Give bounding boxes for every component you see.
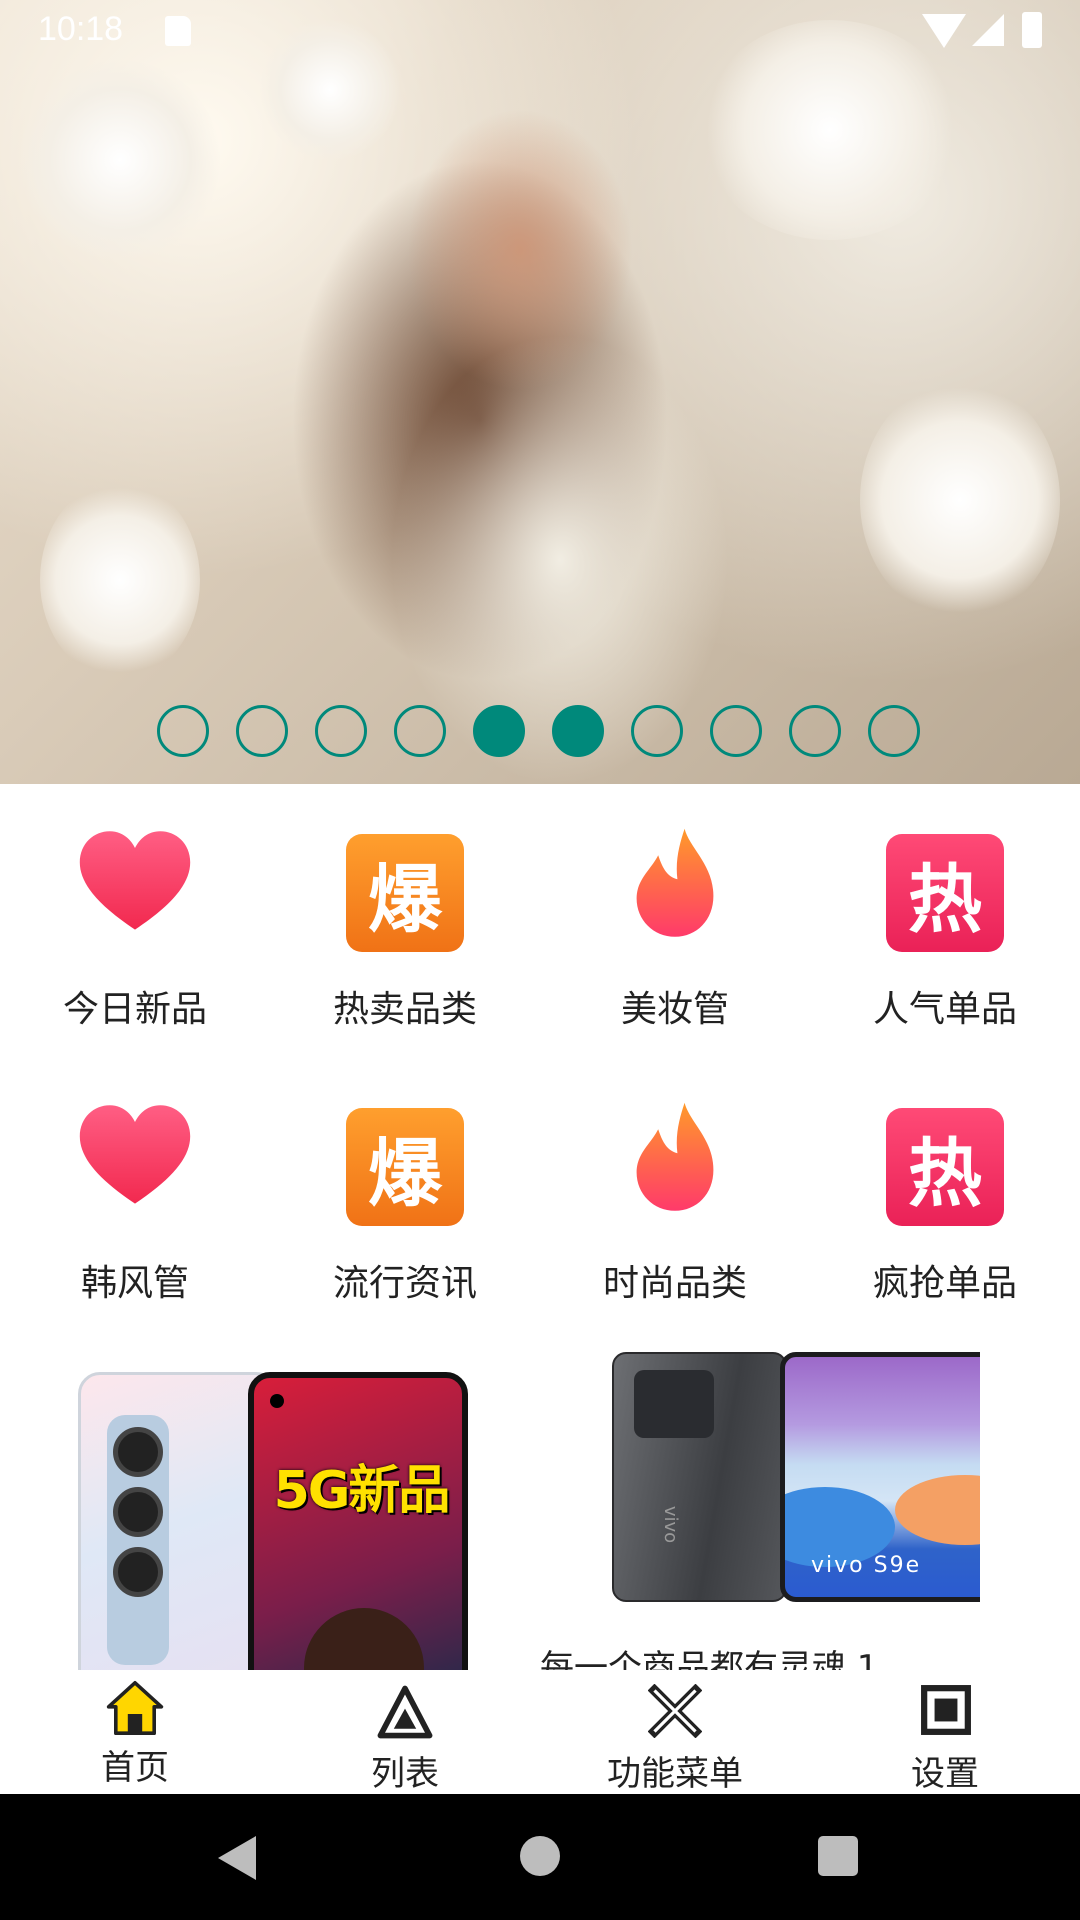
category-item[interactable]: 韩风管 [0,1058,270,1318]
banner-blossom [20,60,220,260]
flame-icon [615,824,735,944]
carousel-dot[interactable] [710,705,762,757]
category-label: 热卖品类 [332,989,477,1030]
product-image: vivo S9e [780,1352,980,1602]
recents-icon[interactable] [818,1836,858,1876]
carousel-dot[interactable] [315,705,367,757]
nav-settings[interactable]: 设置 [810,1670,1080,1794]
product-card[interactable]: vivo vivo S9e 每一个商品都有灵魂 1 [540,1352,980,1670]
bao-icon: 爆 [346,1108,464,1226]
signal-icon [972,14,1004,46]
product-caption: 每一个商品都有灵魂 1 [540,1648,879,1670]
category-item[interactable]: 爆 流行资讯 [270,1058,540,1318]
square-icon [920,1684,971,1735]
nav-label: 功能菜单 [607,1754,743,1794]
camera-lens [113,1547,163,1597]
category-item[interactable]: 热 人气单品 [810,784,1080,1044]
category-label: 人气单品 [872,989,1017,1030]
category-label: 时尚品类 [602,1263,747,1304]
category-item[interactable]: 爆 热卖品类 [270,784,540,1044]
nav-label: 列表 [371,1754,439,1794]
category-item[interactable]: 时尚品类 [540,1058,810,1318]
system-nav-bar [0,1794,1080,1920]
carousel-dot[interactable] [789,705,841,757]
carousel-dot[interactable] [157,705,209,757]
status-time: 10:18 [38,10,124,48]
carousel-dot[interactable] [236,705,288,757]
camera-lens [113,1427,163,1477]
carousel-dot[interactable] [394,705,446,757]
carousel-dot[interactable] [552,705,604,757]
carousel-dot[interactable] [868,705,920,757]
bao-icon: 爆 [346,834,464,952]
category-item[interactable]: 热 疯抢单品 [810,1058,1080,1318]
banner-carousel[interactable]: 10:18 [0,0,1080,784]
category-label: 疯抢单品 [872,1263,1017,1304]
wifi-icon [922,14,966,48]
nav-home[interactable]: 首页 [0,1670,270,1794]
camera-module [107,1415,169,1665]
front-camera [270,1394,284,1408]
heart-icon [75,824,195,944]
category-label: 美妆管 [620,989,729,1030]
product-brand-text: vivo S9e [811,1553,922,1578]
status-bar: 10:18 [0,0,1080,62]
carousel-indicator [157,705,947,759]
product-image: vivo [612,1352,787,1602]
sd-card-icon [165,16,191,46]
category-item[interactable]: 美妆管 [540,784,810,1044]
category-item[interactable]: 今日新品 [0,784,270,1044]
nav-list[interactable]: 列表 [270,1670,540,1794]
home-circle-icon[interactable] [520,1836,560,1876]
re-icon: 热 [886,834,1004,952]
app-root: 10:18 今日新品 爆 热卖品类 美妆管 热 人气单品 韩风管 爆 流行资讯 … [0,0,1080,1920]
home-icon [106,1681,164,1735]
category-label: 流行资讯 [332,1263,477,1304]
flame-icon [615,1098,735,1218]
banner-blossom [40,480,200,680]
wallpaper-shape [895,1475,980,1545]
nav-label: 设置 [911,1754,979,1794]
category-label: 韩风管 [80,1263,189,1304]
product-image: 5G新品 [248,1372,468,1670]
carousel-dot[interactable] [473,705,525,757]
nav-label: 首页 [101,1748,169,1788]
product-card[interactable]: 5G新品 [78,1352,518,1670]
x-box-icon [647,1683,703,1739]
banner-blossom [860,380,1060,620]
camera-lens [113,1487,163,1537]
nav-menu[interactable]: 功能菜单 [540,1670,810,1794]
product-promo-text: 5G新品 [273,1461,451,1521]
triangle-icon [377,1684,433,1739]
carousel-dot[interactable] [631,705,683,757]
product-photo-face [304,1608,424,1670]
re-icon: 热 [886,1108,1004,1226]
heart-icon [75,1098,195,1218]
back-icon[interactable] [218,1836,256,1880]
product-logo: vivo [660,1505,682,1544]
category-label: 今日新品 [62,989,207,1030]
camera-module [634,1370,714,1438]
battery-icon [1022,12,1042,48]
bottom-nav: 首页 列表 功能菜单 设置 [0,1670,1080,1794]
